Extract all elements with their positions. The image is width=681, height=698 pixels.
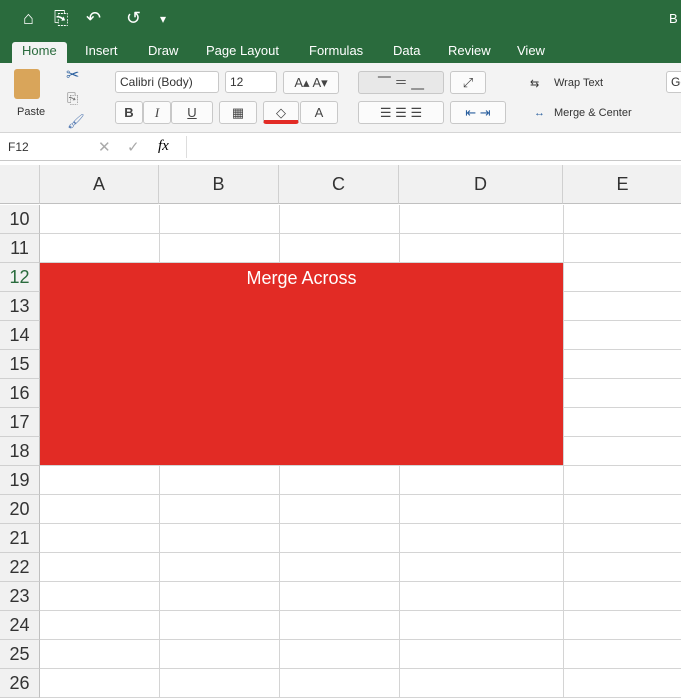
borders-button[interactable]: ▦ (219, 101, 257, 124)
name-box[interactable]: F12 (4, 137, 84, 157)
gridline (40, 668, 681, 669)
title-bar: ⌂ ⎘ ↶ ↺ ▾ B Home Insert Draw Page Layout… (0, 0, 681, 63)
merged-cell-text: Merge Across (246, 268, 357, 288)
column-header[interactable]: D (399, 165, 563, 204)
ribbon: Paste ✂ ⎘ 🖌 Calibri (Body) 12 A▴ A▾ B I … (0, 63, 681, 133)
row-header[interactable]: 13 (0, 292, 40, 321)
grow-font-button[interactable]: A▴ (294, 75, 309, 90)
row-header[interactable]: 10 (0, 205, 40, 234)
copy-icon[interactable]: ⎘ (67, 90, 78, 107)
font-color-button[interactable]: A (300, 101, 338, 124)
bold-button[interactable]: B (115, 101, 143, 124)
gridline (40, 610, 681, 611)
merge-center-icon[interactable]: ↔ (534, 107, 545, 119)
tab-draw[interactable]: Draw (138, 42, 188, 63)
document-title: B (669, 11, 678, 26)
redo-icon[interactable]: ↺ (126, 8, 141, 29)
row-header[interactable]: 18 (0, 437, 40, 466)
gridline (40, 233, 681, 234)
column-header[interactable]: A (40, 165, 159, 204)
indent-buttons[interactable]: ⇤ ⇥ (450, 101, 506, 124)
orientation-button[interactable]: ⤢ (450, 71, 486, 94)
cancel-icon[interactable]: ✕ (98, 138, 111, 156)
row-header[interactable]: 17 (0, 408, 40, 437)
customize-toolbar-icon[interactable]: ▾ (160, 12, 166, 26)
tab-data[interactable]: Data (383, 42, 430, 63)
paste-icon[interactable] (14, 69, 40, 99)
row-header[interactable]: 23 (0, 582, 40, 611)
row-header[interactable]: 20 (0, 495, 40, 524)
font-name-select[interactable]: Calibri (Body) (115, 71, 219, 93)
wrap-text-button[interactable]: Wrap Text (554, 77, 603, 89)
gridline (40, 552, 681, 553)
row-header[interactable]: 12 (0, 263, 40, 292)
row-header[interactable]: 14 (0, 321, 40, 350)
row-header[interactable]: 22 (0, 553, 40, 582)
enter-icon[interactable]: ✓ (127, 138, 140, 156)
tab-page-layout[interactable]: Page Layout (196, 42, 289, 63)
home-icon[interactable]: ⌂ (23, 8, 34, 29)
column-header[interactable]: B (159, 165, 279, 204)
row-header[interactable]: 26 (0, 669, 40, 698)
insert-function-icon[interactable]: fx (158, 138, 169, 155)
gridline (40, 581, 681, 582)
formula-input[interactable] (186, 136, 676, 158)
wrap-text-icon[interactable]: ⇆ (530, 77, 539, 90)
gridline (40, 523, 681, 524)
tab-view[interactable]: View (507, 42, 555, 63)
underline-button[interactable]: U (171, 101, 213, 124)
font-grow-shrink-buttons[interactable]: A▴ A▾ (283, 71, 339, 94)
tab-insert[interactable]: Insert (75, 42, 128, 63)
gridline (40, 465, 681, 466)
merge-center-button[interactable]: Merge & Center (554, 107, 632, 119)
row-header[interactable]: 25 (0, 640, 40, 669)
column-header[interactable]: E (563, 165, 681, 204)
cut-icon[interactable]: ✂ (66, 65, 79, 85)
row-header[interactable]: 24 (0, 611, 40, 640)
italic-button[interactable]: I (143, 101, 171, 124)
spreadsheet-grid[interactable]: A B C D E 10 11 12 13 14 15 16 17 18 19 20 21 22 23 24… (0, 165, 681, 698)
save-icon[interactable]: ⎘ (54, 8, 68, 29)
font-size-select[interactable]: 12 (225, 71, 277, 93)
gridline (40, 494, 681, 495)
tab-review[interactable]: Review (438, 42, 501, 63)
undo-icon[interactable]: ↶ (86, 8, 101, 29)
paste-button[interactable]: Paste (17, 106, 45, 118)
format-painter-icon[interactable]: 🖌 (67, 113, 85, 130)
row-header[interactable]: 21 (0, 524, 40, 553)
shrink-font-button[interactable]: A▾ (312, 75, 327, 90)
row-header[interactable]: 15 (0, 350, 40, 379)
number-format-select[interactable]: Ge (666, 71, 681, 93)
row-header[interactable]: 16 (0, 379, 40, 408)
merged-cell-a12-d18[interactable]: Merge Across (40, 263, 563, 465)
select-all-corner[interactable] (0, 165, 40, 204)
formula-bar: F12 ✕ ✓ fx (0, 133, 681, 161)
gridline (40, 639, 681, 640)
row-header[interactable]: 19 (0, 466, 40, 495)
tab-formulas[interactable]: Formulas (299, 42, 373, 63)
tab-home[interactable]: Home (12, 42, 67, 63)
column-header[interactable]: C (279, 165, 399, 204)
row-header[interactable]: 11 (0, 234, 40, 263)
vertical-align-buttons[interactable]: ⎺ ＝ ⎽ (358, 71, 444, 94)
horizontal-align-buttons[interactable]: ☰ ☰ ☰ (358, 101, 444, 124)
fill-color-button[interactable]: ◇ (263, 101, 299, 124)
